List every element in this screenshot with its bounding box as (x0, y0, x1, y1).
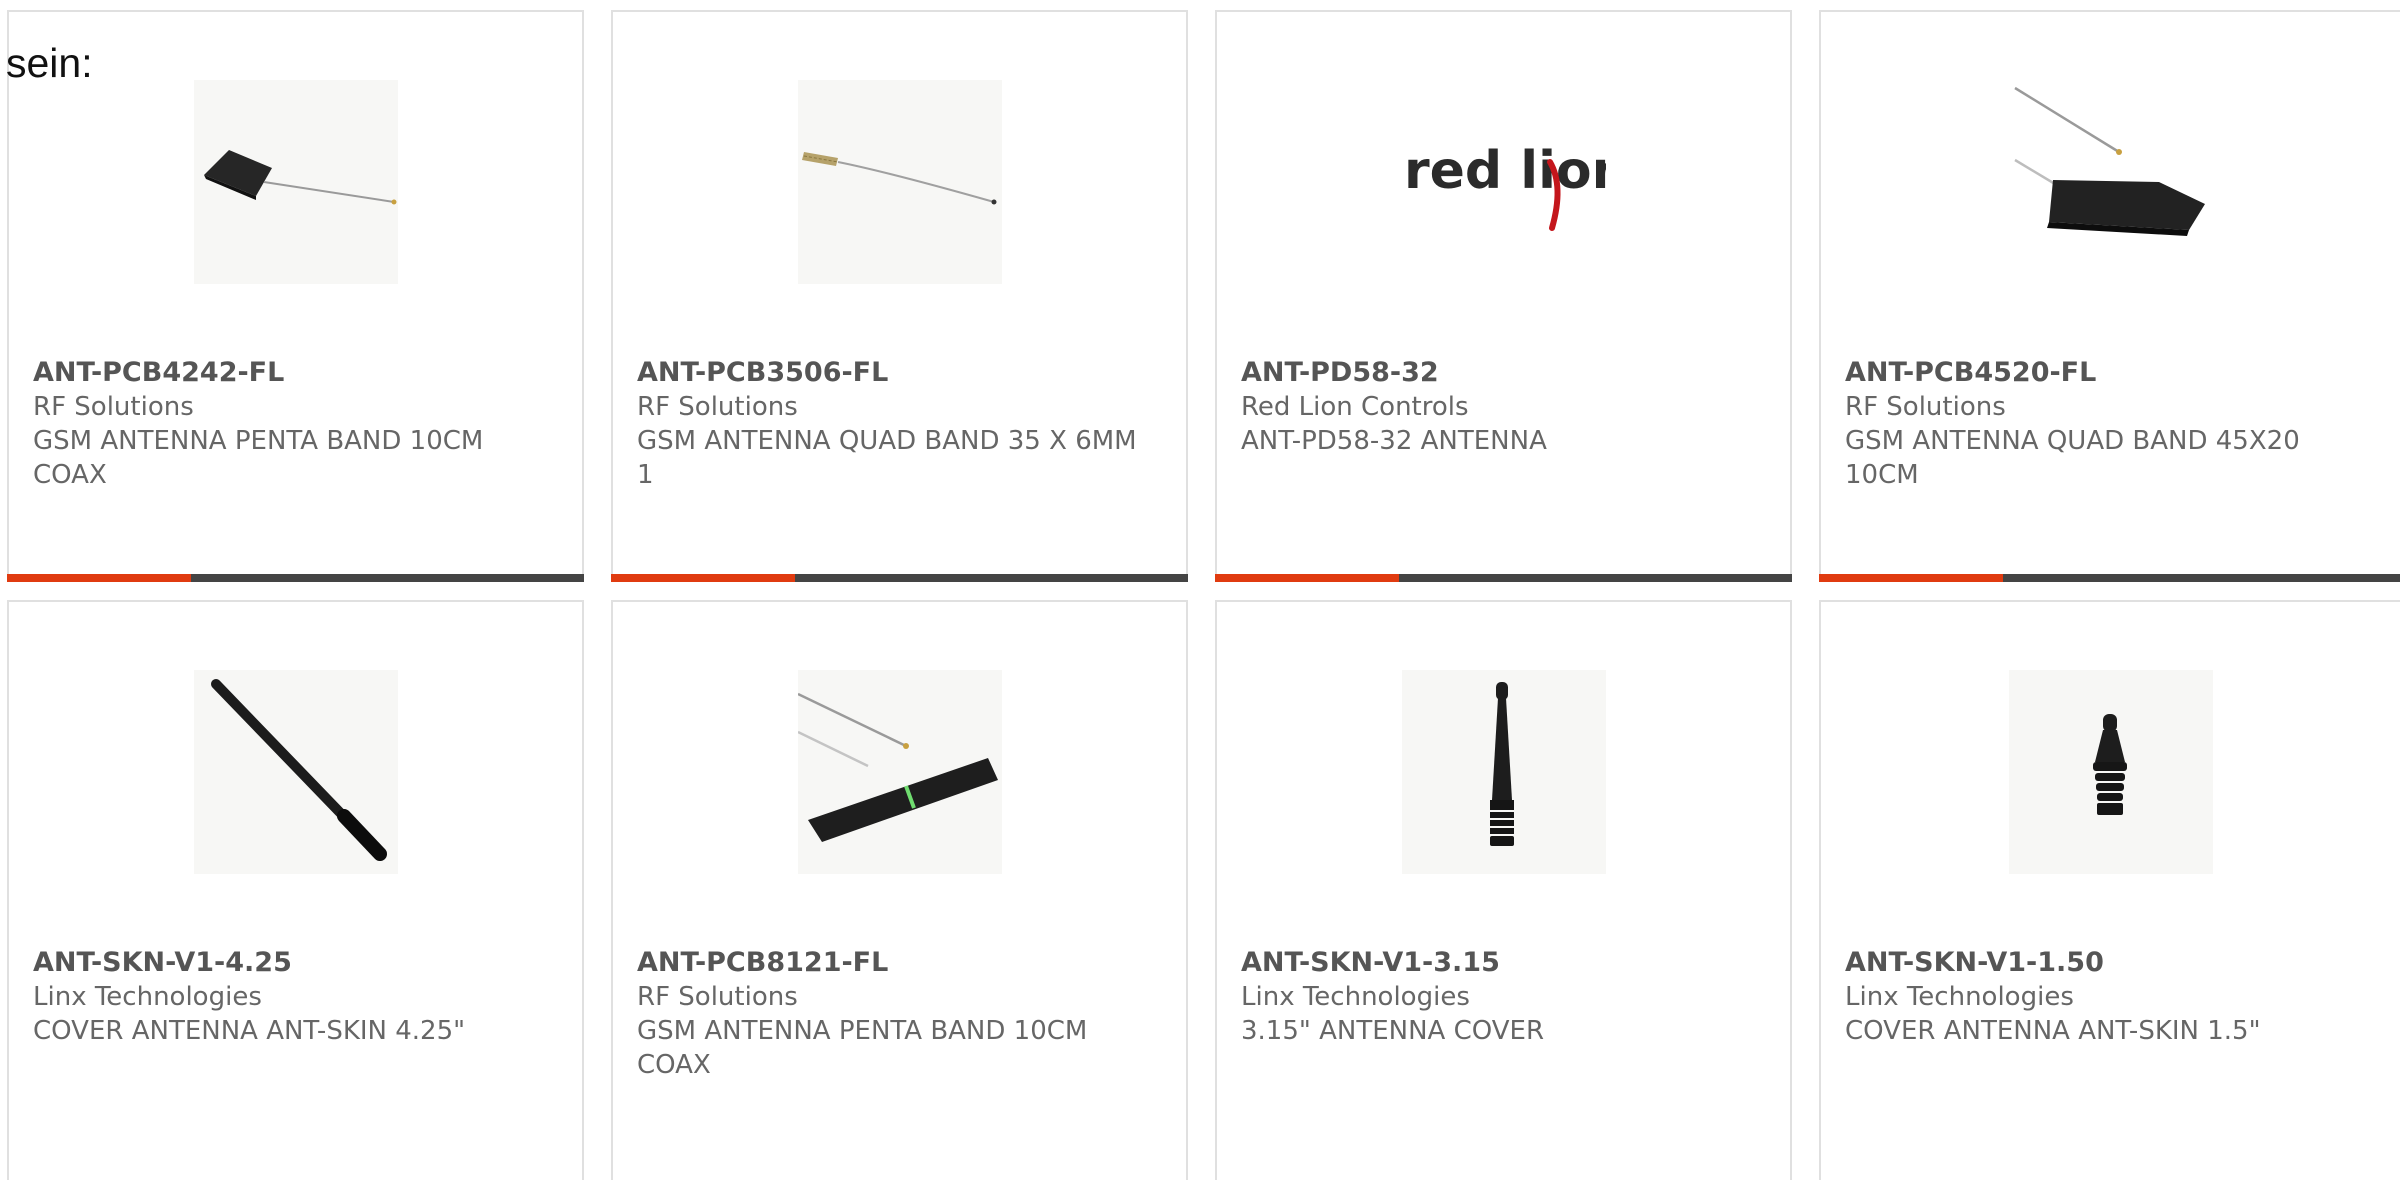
manufacturer: RF Solutions (637, 982, 798, 1012)
product-card[interactable]: ANT-SKN-V1-3.15 Linx Technologies 3.15" … (1215, 600, 1792, 1180)
product-card[interactable]: ANT-SKN-V1-1.50 Linx Technologies COVER … (1819, 600, 2400, 1180)
thin-pcb-antenna-icon (801, 152, 996, 205)
manufacturer: RF Solutions (1845, 392, 2006, 422)
part-number[interactable]: ANT-PCB8121-FL (637, 946, 1137, 980)
product-card[interactable]: ANT-PCB8121-FL RF Solutions GSM ANTENNA … (611, 600, 1188, 1180)
manufacturer: Linx Technologies (1845, 982, 2074, 1012)
part-number[interactable]: ANT-PCB4520-FL (1845, 356, 2345, 390)
part-number[interactable]: ANT-PCB4242-FL (33, 356, 533, 390)
part-number[interactable]: ANT-SKN-V1-1.50 (1845, 946, 2345, 980)
card-bar-accent (1215, 574, 1399, 582)
intro-text: sein: (6, 40, 93, 86)
card-bar-accent (611, 574, 795, 582)
card-bar (1215, 574, 1792, 582)
product-image[interactable]: red lion (1401, 80, 1606, 284)
part-number[interactable]: ANT-SKN-V1-4.25 (33, 946, 533, 980)
description: GSM ANTENNA PENTA BAND 10CM COAX (637, 1016, 1088, 1080)
product-image[interactable] (193, 80, 398, 284)
long-pcb-antenna-icon (797, 692, 998, 842)
manufacturer: RF Solutions (637, 392, 798, 422)
product-card[interactable]: ANT-PCB4520-FL RF Solutions GSM ANTENNA … (1819, 10, 2400, 582)
product-card[interactable]: ANT-PCB3506-FL RF Solutions GSM ANTENNA … (611, 10, 1188, 582)
card-bar (1819, 574, 2400, 582)
manufacturer: RF Solutions (33, 392, 194, 422)
whip-antenna-icon (210, 679, 387, 861)
card-bar (611, 574, 1188, 582)
product-image[interactable] (797, 670, 1002, 874)
stub-antenna-icon (1489, 682, 1514, 846)
description: COVER ANTENNA ANT-SKIN 1.5" (1845, 1016, 2261, 1046)
small-pcb-antenna-icon (203, 150, 396, 205)
product-image[interactable] (2008, 80, 2213, 284)
manufacturer: Linx Technologies (1241, 982, 1470, 1012)
description: GSM ANTENNA QUAD BAND 45X20 10CM (1845, 426, 2300, 490)
part-number[interactable]: ANT-SKN-V1-3.15 (1241, 946, 1741, 980)
product-card[interactable]: ANT-SKN-V1-4.25 Linx Technologies COVER … (7, 600, 584, 1180)
product-image[interactable] (797, 80, 1002, 284)
manufacturer: Red Lion Controls (1241, 392, 1469, 422)
short-stub-antenna-icon (2092, 714, 2127, 815)
description: ANT-PD58-32 ANTENNA (1241, 426, 1547, 456)
product-card[interactable]: ANT-PCB4242-FL RF Solutions GSM ANTENNA … (7, 10, 584, 582)
card-bar-accent (7, 574, 191, 582)
manufacturer: Linx Technologies (33, 982, 262, 1012)
part-number[interactable]: ANT-PCB3506-FL (637, 356, 1137, 390)
part-number[interactable]: ANT-PD58-32 (1241, 356, 1741, 390)
red-lion-logo-text: red lion (1404, 141, 1606, 201)
description: COVER ANTENNA ANT-SKIN 4.25" (33, 1016, 466, 1046)
card-bar (7, 574, 584, 582)
pcb-antenna-cable-icon (2013, 86, 2205, 236)
red-lion-logo: red lion (1404, 141, 1606, 231)
card-bar-accent (1819, 574, 2003, 582)
description: 3.15" ANTENNA COVER (1241, 1016, 1545, 1046)
product-image[interactable] (2008, 670, 2213, 874)
description: GSM ANTENNA PENTA BAND 10CM COAX (33, 426, 484, 490)
product-image[interactable] (193, 670, 398, 874)
description: GSM ANTENNA QUAD BAND 35 X 6MM 1 (637, 426, 1137, 490)
product-image[interactable] (1401, 670, 1606, 874)
product-card[interactable]: red lion ANT-PD58-32 Red Lion Controls A… (1215, 10, 1792, 582)
